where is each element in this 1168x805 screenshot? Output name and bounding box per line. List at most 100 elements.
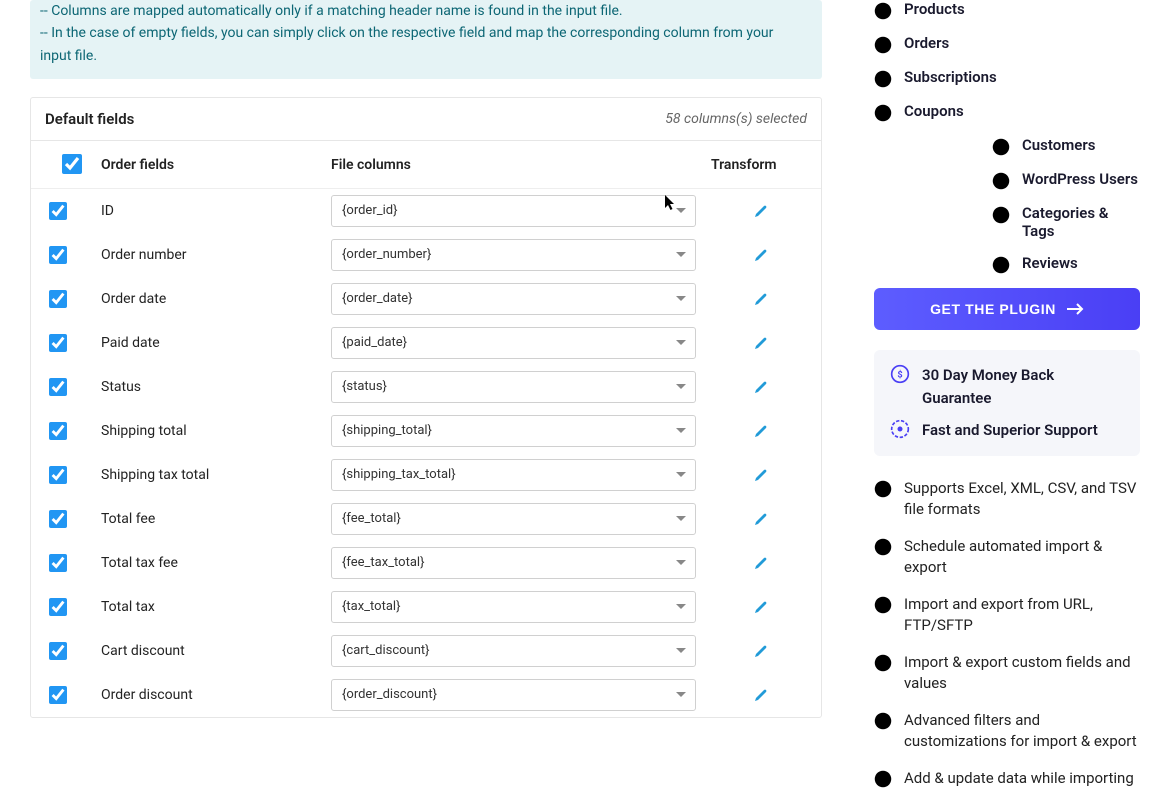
edit-transform-button[interactable] [753, 599, 769, 615]
row-checkbox[interactable] [49, 422, 67, 440]
file-column-select[interactable]: {order_number} [331, 239, 696, 271]
check-circle-icon [874, 712, 892, 730]
file-column-select[interactable]: {order_discount} [331, 679, 696, 711]
check-circle-icon [874, 70, 892, 88]
table-row: ID{order_id} [31, 189, 821, 233]
row-checkbox[interactable] [49, 466, 67, 484]
file-column-select[interactable]: {shipping_tax_total} [331, 459, 696, 491]
edit-transform-button[interactable] [753, 379, 769, 395]
file-column-select[interactable]: {order_date} [331, 283, 696, 315]
feature-item: Advanced filters and customizations for … [874, 710, 1140, 752]
select-value: {order_date} [331, 283, 696, 315]
row-checkbox[interactable] [49, 642, 67, 660]
file-column-select[interactable]: {fee_tax_total} [331, 547, 696, 579]
sidebar-item: Reviews [874, 254, 1140, 274]
get-plugin-button[interactable]: GET THE PLUGIN [874, 288, 1140, 330]
sidebar-item-label: Coupons [904, 102, 964, 120]
edit-transform-button[interactable] [753, 291, 769, 307]
feature-item: Add & update data while importing [874, 768, 1140, 789]
check-circle-icon [874, 596, 892, 614]
row-checkbox[interactable] [49, 290, 67, 308]
field-label: Total tax fee [101, 555, 331, 571]
pencil-icon [753, 599, 769, 615]
edit-transform-button[interactable] [753, 203, 769, 219]
row-checkbox[interactable] [49, 334, 67, 352]
row-checkbox[interactable] [49, 202, 67, 220]
field-label: Paid date [101, 335, 331, 351]
edit-transform-button[interactable] [753, 423, 769, 439]
row-checkbox[interactable] [49, 554, 67, 572]
table-row: Paid date{paid_date} [31, 321, 821, 365]
sidebar-item-label: WordPress Users [1022, 170, 1138, 188]
file-column-select[interactable]: {paid_date} [331, 327, 696, 359]
file-column-select[interactable]: {shipping_total} [331, 415, 696, 447]
row-checkbox[interactable] [49, 686, 67, 704]
check-circle-icon [874, 538, 892, 556]
edit-transform-button[interactable] [753, 467, 769, 483]
support-icon [890, 419, 910, 439]
sidebar-item: Coupons [874, 102, 1140, 122]
check-circle-icon [874, 36, 892, 54]
cta-label: GET THE PLUGIN [930, 301, 1056, 317]
check-circle-icon [992, 172, 1010, 190]
table-row: Total tax{tax_total} [31, 585, 821, 629]
panel-title: Default fields [45, 110, 134, 128]
select-all-checkbox[interactable] [62, 154, 82, 174]
sidebar-item-label: Categories & Tags [1022, 204, 1140, 240]
sidebar-item-label: Products [904, 0, 965, 18]
info-line-2: -- In the case of empty fields, you can … [40, 22, 806, 67]
svg-text:$: $ [897, 369, 902, 380]
pencil-icon [753, 555, 769, 571]
file-column-select[interactable]: {status} [331, 371, 696, 403]
edit-transform-button[interactable] [753, 687, 769, 703]
select-value: {shipping_total} [331, 415, 696, 447]
select-value: {fee_total} [331, 503, 696, 535]
select-value: {shipping_tax_total} [331, 459, 696, 491]
edit-transform-button[interactable] [753, 247, 769, 263]
check-circle-icon [992, 138, 1010, 156]
head-transform: Transform [711, 157, 811, 173]
feature-item: Import & export custom fields and values [874, 652, 1140, 694]
edit-transform-button[interactable] [753, 511, 769, 527]
field-label: Status [101, 379, 331, 395]
pencil-icon [753, 643, 769, 659]
guarantee-2: Fast and Superior Support [922, 419, 1098, 442]
select-value: {order_discount} [331, 679, 696, 711]
sidebar-item: Orders [874, 34, 1140, 54]
sidebar-item: Customers [874, 136, 1140, 156]
table-row: Order discount{order_discount} [31, 673, 821, 717]
sidebar-item: Subscriptions [874, 68, 1140, 88]
select-value: {status} [331, 371, 696, 403]
pencil-icon [753, 687, 769, 703]
sidebar-item-label: Reviews [1022, 254, 1078, 272]
table-row: Order number{order_number} [31, 233, 821, 277]
feature-label: Add & update data while importing [904, 768, 1134, 789]
edit-transform-button[interactable] [753, 555, 769, 571]
file-column-select[interactable]: {fee_total} [331, 503, 696, 535]
column-selected-count: 58 columns(s) selected [665, 111, 807, 127]
pencil-icon [753, 379, 769, 395]
check-circle-icon [874, 480, 892, 498]
pencil-icon [753, 291, 769, 307]
feature-label: Import and export from URL, FTP/SFTP [904, 594, 1140, 636]
money-back-icon: $ [890, 364, 910, 384]
table-row: Status{status} [31, 365, 821, 409]
row-checkbox[interactable] [49, 246, 67, 264]
edit-transform-button[interactable] [753, 335, 769, 351]
file-column-select[interactable]: {tax_total} [331, 591, 696, 623]
field-label: ID [101, 203, 331, 219]
table-row: Total fee{fee_total} [31, 497, 821, 541]
row-checkbox[interactable] [49, 510, 67, 528]
row-checkbox[interactable] [49, 378, 67, 396]
row-checkbox[interactable] [49, 598, 67, 616]
check-circle-icon [874, 104, 892, 122]
field-label: Shipping tax total [101, 467, 331, 483]
check-circle-icon [992, 256, 1010, 274]
edit-transform-button[interactable] [753, 643, 769, 659]
field-label: Order number [101, 247, 331, 263]
pencil-icon [753, 247, 769, 263]
file-column-select[interactable]: {cart_discount} [331, 635, 696, 667]
file-column-select[interactable]: {order_id} [331, 195, 696, 227]
feature-label: Schedule automated import & export [904, 536, 1140, 578]
field-label: Shipping total [101, 423, 331, 439]
